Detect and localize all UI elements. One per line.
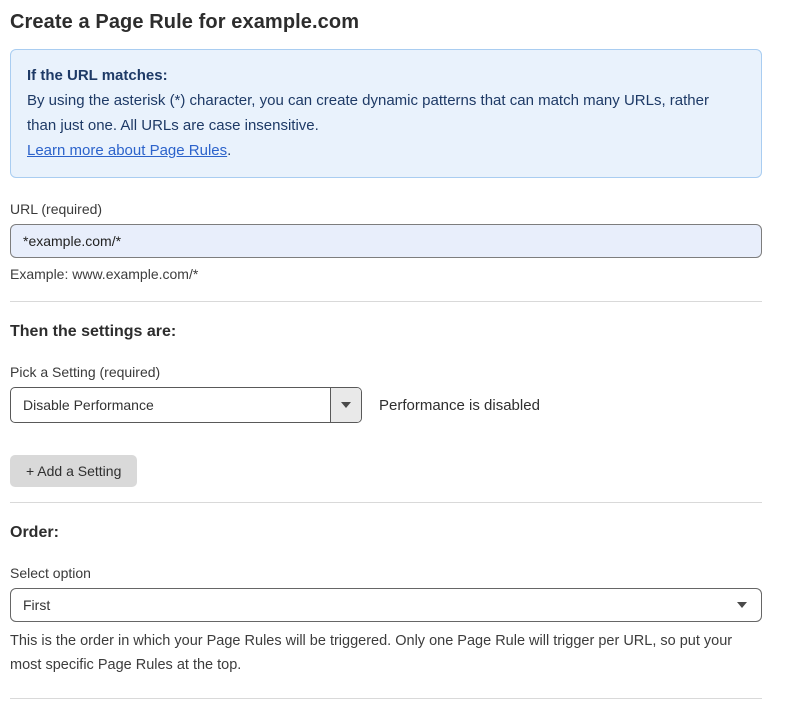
setting-select-arrow-button[interactable] <box>330 388 361 422</box>
url-field-label: URL (required) <box>10 201 762 217</box>
setting-select-value: Disable Performance <box>11 388 330 422</box>
learn-more-link[interactable]: Learn more about Page Rules <box>27 142 227 159</box>
url-example-text: Example: www.example.com/* <box>10 266 762 282</box>
order-help-text: This is the order in which your Page Rul… <box>10 629 755 677</box>
settings-section-heading: Then the settings are: <box>10 323 762 341</box>
info-box-link-line: Learn more about Page Rules. <box>27 138 745 163</box>
info-box-heading: If the URL matches: <box>27 63 745 88</box>
chevron-down-icon <box>341 402 351 408</box>
page-title: Create a Page Rule for example.com <box>10 11 762 34</box>
add-setting-button[interactable]: + Add a Setting <box>10 455 137 487</box>
link-suffix: . <box>227 142 231 159</box>
setting-picker-label: Pick a Setting (required) <box>10 364 762 380</box>
divider <box>10 698 762 699</box>
order-select[interactable]: First <box>10 588 762 622</box>
setting-status-text: Performance is disabled <box>379 397 540 414</box>
url-input[interactable] <box>10 224 762 258</box>
divider <box>10 502 762 503</box>
info-box-body: By using the asterisk (*) character, you… <box>27 88 739 138</box>
order-select-label: Select option <box>10 565 762 581</box>
order-section-heading: Order: <box>10 524 762 542</box>
divider <box>10 301 762 302</box>
chevron-down-icon <box>737 602 747 608</box>
create-page-rule-panel: Create a Page Rule for example.com If th… <box>10 0 762 714</box>
url-match-info-box: If the URL matches: By using the asteris… <box>10 49 762 178</box>
setting-select[interactable]: Disable Performance <box>10 387 362 423</box>
setting-row: Disable Performance Performance is disab… <box>10 387 762 423</box>
order-select-value: First <box>23 597 737 613</box>
